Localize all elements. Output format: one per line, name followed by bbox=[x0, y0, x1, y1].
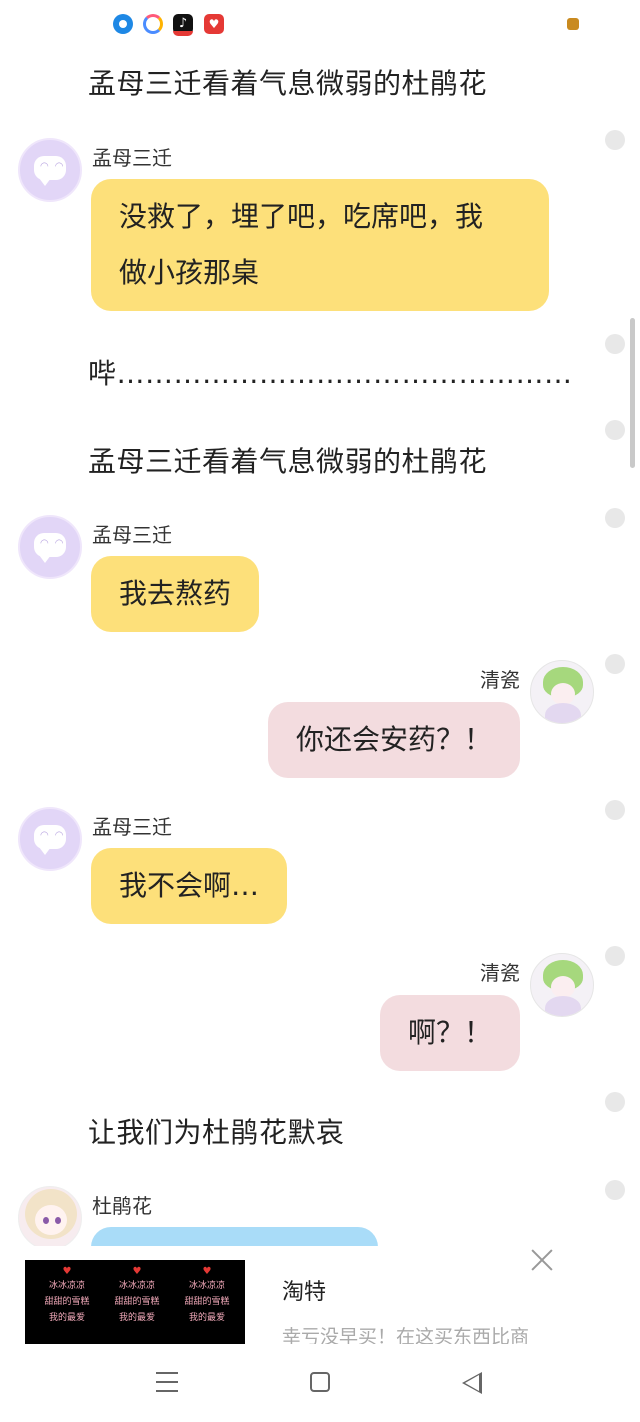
select-circle[interactable] bbox=[605, 654, 625, 674]
ad-thumb-line: 我的最爱 bbox=[118, 1313, 155, 1323]
message-line: 没救了，埋了吧，吃席吧，我 bbox=[119, 200, 484, 233]
select-circle[interactable] bbox=[605, 420, 625, 440]
sender-name: 孟母三迁 bbox=[92, 815, 172, 839]
ad-thumb-line: 甜甜的雪糕 bbox=[184, 1297, 230, 1307]
notification-dot-icon bbox=[567, 18, 579, 30]
location-app-icon bbox=[113, 14, 133, 34]
select-circle[interactable] bbox=[605, 130, 625, 150]
narration-text: 哔………………………………………… bbox=[88, 357, 573, 390]
select-circle[interactable] bbox=[605, 946, 625, 966]
message-bubble[interactable]: 没救了，埋了吧，吃席吧，我 做小孩那桌 bbox=[91, 179, 549, 311]
close-icon[interactable] bbox=[530, 1248, 554, 1272]
avatar-face bbox=[551, 683, 575, 705]
ad-thumbnail[interactable]: ♥ 冰冰凉凉 甜甜的雪糕 我的最爱 ♥ 冰冰凉凉 甜甜的雪糕 我的最爱 ♥ 冰冰… bbox=[25, 1260, 245, 1344]
message-text: 你还会安药？！ bbox=[295, 723, 492, 756]
back-icon[interactable] bbox=[462, 1372, 482, 1394]
message-bubble[interactable]: 啊？！ bbox=[379, 995, 520, 1071]
home-icon[interactable] bbox=[310, 1372, 330, 1392]
face-icon: ◠◠ bbox=[40, 161, 70, 172]
message-bubble[interactable]: 你还会安药？！ bbox=[267, 702, 520, 778]
avatar-dress bbox=[545, 703, 581, 723]
select-circle[interactable] bbox=[605, 334, 625, 354]
select-circle[interactable] bbox=[605, 1092, 625, 1112]
avatar[interactable]: ◠◠ bbox=[18, 138, 82, 202]
ad-thumb-column: ♥ 冰冰凉凉 甜甜的雪糕 我的最爱 bbox=[177, 1266, 237, 1326]
heart-icon: ♥ bbox=[62, 1266, 72, 1277]
avatar[interactable] bbox=[18, 1186, 82, 1250]
tiktok-icon: ♪ bbox=[173, 14, 193, 36]
ad-thumb-line: 我的最爱 bbox=[48, 1313, 85, 1323]
status-bar: ♪ ♥ bbox=[0, 0, 640, 50]
ad-thumb-line: 冰冰凉凉 bbox=[118, 1281, 155, 1291]
sender-name: 孟母三迁 bbox=[92, 146, 172, 170]
narration-text: 孟母三迁看着气息微弱的杜鹃花 bbox=[88, 67, 488, 100]
narration-text: 孟母三迁看着气息微弱的杜鹃花 bbox=[88, 445, 488, 478]
ad-thumb-line: 甜甜的雪糕 bbox=[114, 1297, 160, 1307]
message-bubble[interactable]: 我去熬药 bbox=[91, 556, 260, 632]
avatar-dress bbox=[545, 996, 581, 1016]
avatar[interactable] bbox=[530, 660, 594, 724]
ad-description[interactable]: 幸亏没早买！在这买东西比商 bbox=[282, 1322, 529, 1344]
avatar[interactable] bbox=[530, 953, 594, 1017]
video-app-icon bbox=[143, 14, 163, 34]
system-nav-bar bbox=[0, 1350, 640, 1422]
avatar-eye bbox=[55, 1217, 61, 1224]
ad-banner[interactable]: ♥ 冰冰凉凉 甜甜的雪糕 我的最爱 ♥ 冰冰凉凉 甜甜的雪糕 我的最爱 ♥ 冰冰… bbox=[0, 1246, 640, 1350]
ad-title[interactable]: 淘特 bbox=[282, 1274, 326, 1306]
message-text: 我不会啊… bbox=[119, 869, 260, 902]
scrollbar[interactable] bbox=[630, 318, 635, 468]
select-circle[interactable] bbox=[605, 1180, 625, 1200]
message-bubble[interactable]: 我不会啊… bbox=[91, 848, 288, 924]
ad-thumb-line: 冰冰凉凉 bbox=[48, 1281, 85, 1291]
heart-icon: ♥ bbox=[202, 1266, 212, 1277]
narration-text: 让我们为杜鹃花默哀 bbox=[88, 1116, 345, 1149]
menu-icon[interactable] bbox=[156, 1372, 178, 1392]
message-text: 啊？！ bbox=[407, 1016, 492, 1049]
select-circle[interactable] bbox=[605, 800, 625, 820]
sender-name: 清瓷 bbox=[480, 961, 520, 985]
message-text: 我去熬药 bbox=[119, 577, 232, 610]
ad-thumb-line: 冰冰凉凉 bbox=[188, 1281, 225, 1291]
sender-name: 杜鹃花 bbox=[92, 1194, 152, 1218]
ad-thumb-column: ♥ 冰冰凉凉 甜甜的雪糕 我的最爱 bbox=[37, 1266, 97, 1326]
avatar-face bbox=[551, 976, 575, 998]
avatar-face bbox=[35, 1205, 67, 1235]
avatar[interactable]: ◠◠ bbox=[18, 807, 82, 871]
sender-name: 孟母三迁 bbox=[92, 523, 172, 547]
sender-name: 清瓷 bbox=[480, 668, 520, 692]
select-circle[interactable] bbox=[605, 508, 625, 528]
face-icon: ◠◠ bbox=[40, 830, 70, 841]
avatar[interactable]: ◠◠ bbox=[18, 515, 82, 579]
ad-thumb-line: 我的最爱 bbox=[188, 1313, 225, 1323]
ad-thumb-line: 甜甜的雪糕 bbox=[44, 1297, 90, 1307]
pinduoduo-icon: ♥ bbox=[204, 14, 224, 34]
ad-thumb-column: ♥ 冰冰凉凉 甜甜的雪糕 我的最爱 bbox=[107, 1266, 167, 1326]
heart-icon: ♥ bbox=[132, 1266, 142, 1277]
face-icon: ◠◠ bbox=[40, 538, 70, 549]
avatar-eye bbox=[43, 1217, 49, 1224]
message-line: 做小孩那桌 bbox=[119, 256, 260, 289]
